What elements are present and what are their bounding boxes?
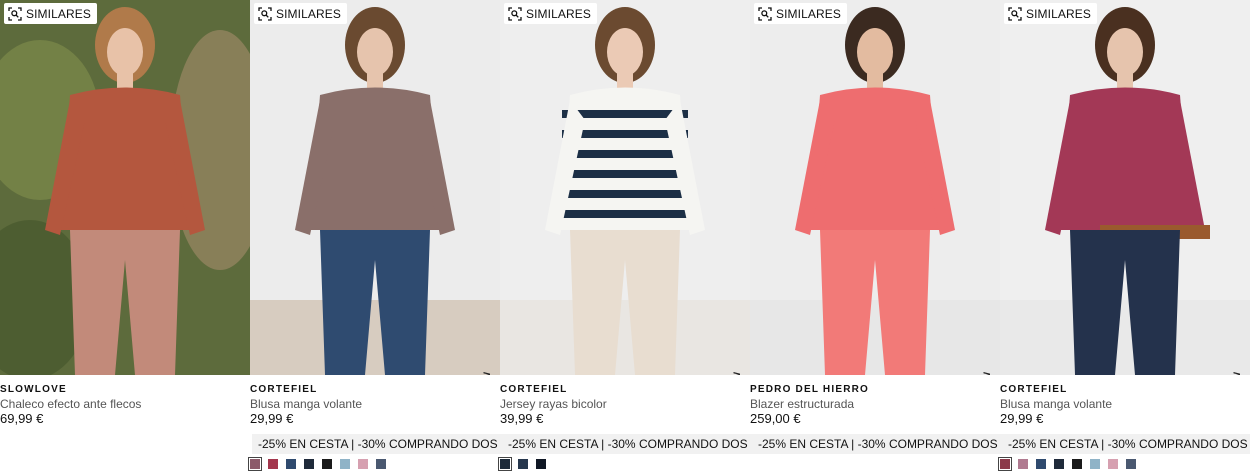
model-photo-illustration <box>250 0 500 375</box>
similar-products-label: SIMILARES <box>776 6 841 21</box>
visual-search-icon <box>258 6 272 21</box>
product-info: CORTEFIEL Blusa manga volante 29,99 € -25% … <box>250 375 504 454</box>
similar-products-label: SIMILARES <box>526 6 591 21</box>
similar-products-button[interactable]: SIMILARES <box>254 3 347 24</box>
new-badge: NEW <box>732 365 742 375</box>
product-brand[interactable]: CORTEFIEL <box>250 383 500 396</box>
similar-products-button[interactable]: SIMILARES <box>1004 3 1097 24</box>
product-card[interactable]: SIMILARESNEWPEDRO DEL HIERROBlazer estru… <box>750 0 1004 472</box>
product-price: 29,99 € <box>1000 411 1044 426</box>
similar-products-label: SIMILARES <box>276 6 341 21</box>
color-swatch[interactable] <box>998 457 1012 471</box>
product-name[interactable]: Blusa manga volante <box>1000 397 1250 411</box>
product-name[interactable]: Jersey rayas bicolor <box>500 397 750 411</box>
product-brand[interactable]: PEDRO DEL HIERRO <box>750 383 1000 396</box>
product-name[interactable]: Blazer estructurada <box>750 397 1000 411</box>
color-swatch[interactable] <box>1036 459 1046 469</box>
product-info: SLOWLOVE Chaleco efecto ante flecos 69,99 … <box>0 375 250 426</box>
color-swatches <box>498 457 546 471</box>
product-image[interactable]: SIMILARES NEW <box>1000 0 1250 375</box>
promo-badge: -25% EN CESTA | -30% COMPRANDO DOS <box>1002 434 1250 454</box>
color-swatch[interactable] <box>1054 459 1064 469</box>
product-brand[interactable]: CORTEFIEL <box>1000 383 1250 396</box>
color-swatch[interactable] <box>248 457 262 471</box>
color-swatch[interactable] <box>286 459 296 469</box>
product-card[interactable]: SIMILARESNEWCORTEFIELJersey rayas bicolo… <box>498 0 754 472</box>
color-swatch[interactable] <box>268 459 278 469</box>
product-brand[interactable]: SLOWLOVE <box>0 383 250 396</box>
visual-search-icon <box>8 6 22 21</box>
similar-products-label: SIMILARES <box>26 6 91 21</box>
similar-products-label: SIMILARES <box>1026 6 1091 21</box>
product-grid: SIMILARES SLOWLOVE Chaleco efecto ante fle… <box>0 0 1250 472</box>
color-swatch[interactable] <box>322 459 332 469</box>
model-photo-illustration <box>1000 0 1250 375</box>
color-swatches <box>998 457 1136 471</box>
new-badge: NEW <box>982 365 992 375</box>
color-swatch[interactable] <box>498 457 512 471</box>
similar-products-button[interactable]: SIMILARES <box>4 3 97 24</box>
color-swatch[interactable] <box>358 459 368 469</box>
promo-badge: -25% EN CESTA | -30% COMPRANDO DOS <box>752 434 1004 454</box>
visual-search-icon <box>758 6 772 21</box>
product-image[interactable]: SIMILARES NEW <box>250 0 500 375</box>
color-swatch[interactable] <box>1072 459 1082 469</box>
model-photo-illustration <box>750 0 1000 375</box>
product-card[interactable]: SIMILARESNEWCORTEFIELBlusa manga volante… <box>998 0 1250 472</box>
color-swatch[interactable] <box>1018 459 1028 469</box>
product-price: 259,00 € <box>750 411 801 426</box>
color-swatch[interactable] <box>340 459 350 469</box>
product-price: 69,99 € <box>0 411 44 426</box>
visual-search-icon <box>508 6 522 21</box>
product-image[interactable]: SIMILARES NEW <box>750 0 1000 375</box>
color-swatch[interactable] <box>536 459 546 469</box>
product-price: 39,99 € <box>500 411 544 426</box>
product-info: CORTEFIEL Blusa manga volante 29,99 € -25% … <box>1000 375 1250 454</box>
product-card[interactable]: SIMILARES SLOWLOVE Chaleco efecto ante fle… <box>0 0 250 472</box>
color-swatches <box>248 457 386 471</box>
color-swatch[interactable] <box>1108 459 1118 469</box>
color-swatch[interactable] <box>1126 459 1136 469</box>
color-swatch[interactable] <box>1090 459 1100 469</box>
product-card[interactable]: SIMILARESNEWCORTEFIELBlusa manga volante… <box>248 0 504 472</box>
product-brand[interactable]: CORTEFIEL <box>500 383 750 396</box>
product-name[interactable]: Chaleco efecto ante flecos <box>0 397 250 411</box>
new-badge: NEW <box>482 365 492 375</box>
promo-badge: -25% EN CESTA | -30% COMPRANDO DOS <box>502 434 754 454</box>
visual-search-icon <box>1008 6 1022 21</box>
promo-badge: -25% EN CESTA | -30% COMPRANDO DOS <box>252 434 504 454</box>
product-image[interactable]: SIMILARES NEW <box>500 0 750 375</box>
new-badge: NEW <box>1232 365 1242 375</box>
product-info: CORTEFIEL Jersey rayas bicolor 39,99 € -25%… <box>500 375 754 454</box>
similar-products-button[interactable]: SIMILARES <box>754 3 847 24</box>
product-price: 29,99 € <box>250 411 294 426</box>
color-swatch[interactable] <box>304 459 314 469</box>
product-info: PEDRO DEL HIERRO Blazer estructurada 259,0… <box>750 375 1004 454</box>
product-image[interactable]: SIMILARES <box>0 0 250 375</box>
color-swatch[interactable] <box>376 459 386 469</box>
product-name[interactable]: Blusa manga volante <box>250 397 500 411</box>
similar-products-button[interactable]: SIMILARES <box>504 3 597 24</box>
color-swatch[interactable] <box>518 459 528 469</box>
model-photo-illustration <box>500 0 750 375</box>
model-photo-illustration <box>0 0 250 375</box>
